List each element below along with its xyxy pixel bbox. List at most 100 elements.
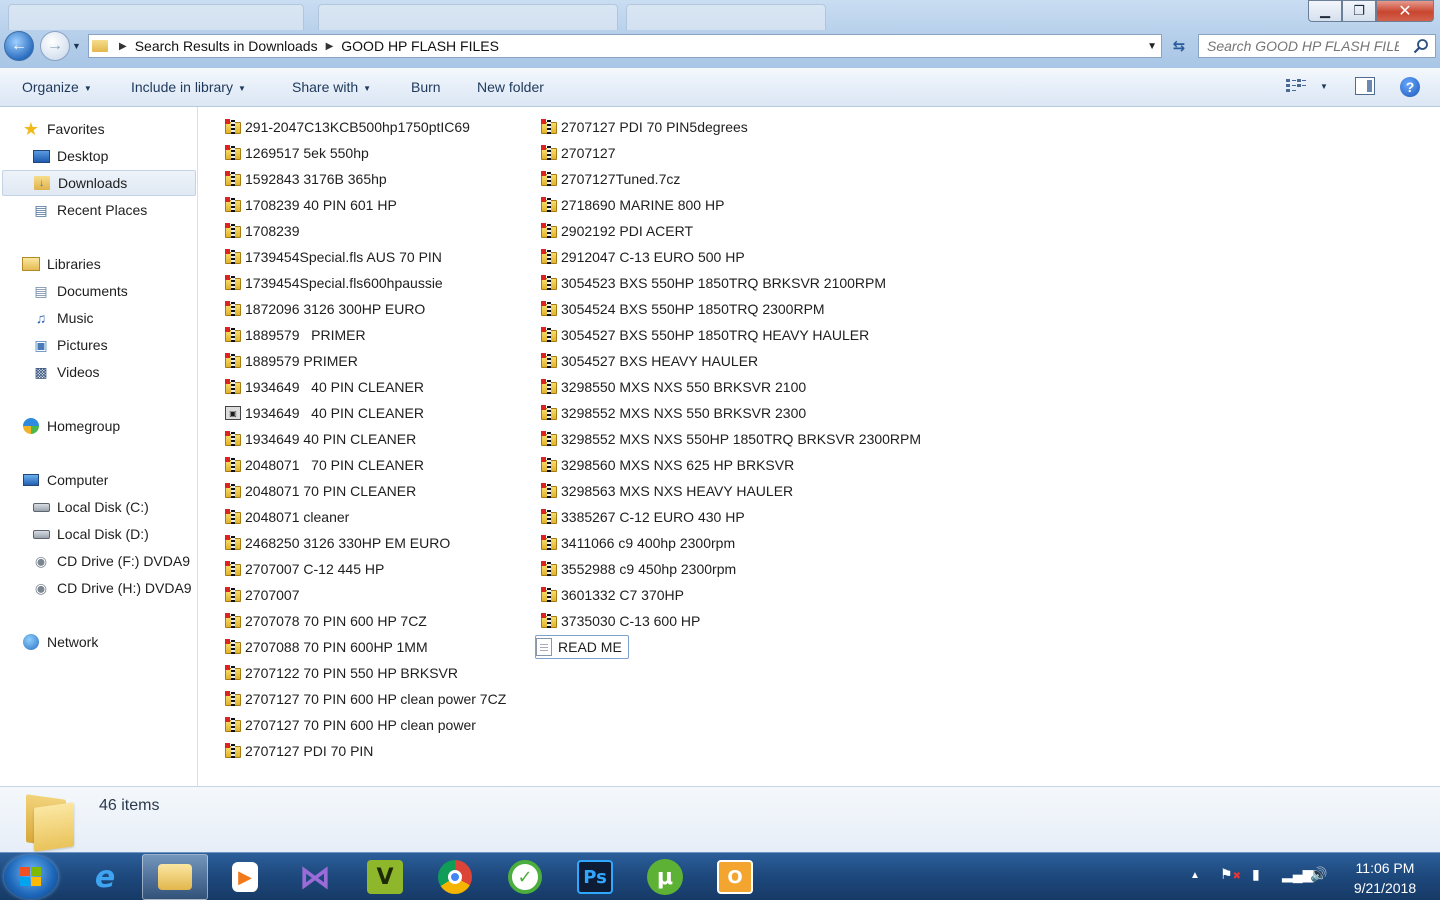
nav-computer[interactable]: Computer: [22, 467, 108, 493]
new-folder-button[interactable]: New folder: [477, 79, 544, 95]
recent-pages-dropdown[interactable]: ▼: [72, 41, 81, 51]
file-item[interactable]: 2707127: [541, 141, 616, 165]
breadcrumb-search-results[interactable]: Search Results in Downloads: [135, 38, 318, 54]
nav-recent-places[interactable]: ▤ Recent Places: [32, 197, 147, 223]
file-item[interactable]: 3054527 BXS 550HP 1850TRQ HEAVY HAULER: [541, 323, 869, 347]
taskbar-file-explorer[interactable]: [142, 854, 208, 900]
file-item[interactable]: 1708239: [225, 219, 300, 243]
action-center-flag-icon[interactable]: ⚑✖: [1220, 866, 1241, 883]
network-signal-icon[interactable]: ▂▄▆: [1282, 866, 1313, 883]
address-bar[interactable]: ▶ Search Results in Downloads ▶ GOOD HP …: [88, 34, 1162, 58]
file-item[interactable]: ▣ 1934649 40 PIN CLEANER: [225, 401, 424, 425]
file-item[interactable]: 2718690 MARINE 800 HP: [541, 193, 724, 217]
volume-icon[interactable]: 🔊: [1310, 866, 1327, 883]
taskbar-outlook[interactable]: O: [702, 854, 768, 900]
file-item[interactable]: 3054524 BXS 550HP 1850TRQ 2300RPM: [541, 297, 825, 321]
file-item[interactable]: 2707127 PDI 70 PIN: [225, 739, 373, 763]
file-item[interactable]: 2902192 PDI ACERT: [541, 219, 693, 243]
forward-button[interactable]: →: [40, 31, 70, 61]
include-in-library-button[interactable]: Include in library ▼: [131, 79, 246, 95]
search-icon[interactable]: [1413, 38, 1429, 54]
start-button[interactable]: [4, 855, 58, 899]
burn-button[interactable]: Burn: [411, 79, 441, 95]
nav-network[interactable]: Network: [22, 629, 98, 655]
file-item[interactable]: 3385267 C-12 EURO 430 HP: [541, 505, 745, 529]
breadcrumb-separator-icon[interactable]: ▶: [119, 41, 127, 52]
nav-local-disk-d[interactable]: Local Disk (D:): [32, 521, 149, 547]
nav-music[interactable]: ♫ Music: [32, 305, 94, 331]
file-item[interactable]: 1934649 40 PIN CLEANER: [225, 375, 424, 399]
battery-icon[interactable]: ▮: [1252, 866, 1260, 883]
file-item[interactable]: 2707007 C-12 445 HP: [225, 557, 384, 581]
nav-downloads[interactable]: ↓ Downloads: [2, 170, 196, 196]
file-item[interactable]: 2912047 C-13 EURO 500 HP: [541, 245, 745, 269]
taskbar-photoshop[interactable]: Ps: [562, 854, 628, 900]
file-item[interactable]: 3298560 MXS NXS 625 HP BRKSVR: [541, 453, 794, 477]
file-item[interactable]: 3054527 BXS HEAVY HAULER: [541, 349, 758, 373]
file-item[interactable]: 1889579 PRIMER: [225, 349, 358, 373]
file-item[interactable]: 2707127 PDI 70 PIN5degrees: [541, 115, 748, 139]
taskbar-visual-studio[interactable]: ⋈: [282, 854, 348, 900]
close-button[interactable]: ✕: [1376, 0, 1434, 22]
taskbar-utorrent[interactable]: μ: [632, 854, 698, 900]
nav-videos[interactable]: ▩ Videos: [32, 359, 99, 385]
file-item[interactable]: 3298550 MXS NXS 550 BRKSVR 2100: [541, 375, 806, 399]
file-item[interactable]: 3298552 MXS NXS 550HP 1850TRQ BRKSVR 230…: [541, 427, 921, 451]
file-item[interactable]: 3054523 BXS 550HP 1850TRQ BRKSVR 2100RPM: [541, 271, 886, 295]
search-box[interactable]: [1198, 34, 1436, 58]
file-item[interactable]: 1934649 40 PIN CLEANER: [225, 427, 416, 451]
nav-desktop[interactable]: Desktop: [32, 143, 108, 169]
file-item[interactable]: 2707127 70 PIN 600 HP clean power 7CZ: [225, 687, 506, 711]
file-item[interactable]: 2048071 cleaner: [225, 505, 349, 529]
address-dropdown-icon[interactable]: ▼: [1147, 41, 1157, 52]
file-item[interactable]: 3735030 C-13 600 HP: [541, 609, 700, 633]
file-item[interactable]: READ ME: [535, 635, 629, 659]
file-item[interactable]: 1739454Special.fls AUS 70 PIN: [225, 245, 442, 269]
file-item[interactable]: 3552988 c9 450hp 2300rpm: [541, 557, 736, 581]
nav-homegroup[interactable]: Homegroup: [22, 413, 120, 439]
nav-cd-drive-f[interactable]: ◉ CD Drive (F:) DVDA9: [32, 548, 196, 574]
nav-pictures[interactable]: ▣ Pictures: [32, 332, 107, 358]
file-item[interactable]: 2048071 70 PIN CLEANER: [225, 453, 424, 477]
breadcrumb-current-folder[interactable]: GOOD HP FLASH FILES: [341, 38, 499, 54]
file-item[interactable]: 3601332 C7 370HP: [541, 583, 684, 607]
file-item[interactable]: 2468250 3126 330HP EM EURO: [225, 531, 450, 555]
file-item[interactable]: 2048071 70 PIN CLEANER: [225, 479, 416, 503]
file-item[interactable]: 2707088 70 PIN 600HP 1MM: [225, 635, 428, 659]
file-item[interactable]: 3298563 MXS NXS HEAVY HAULER: [541, 479, 793, 503]
minimize-button[interactable]: ▁: [1308, 0, 1342, 22]
file-item[interactable]: 2707078 70 PIN 600 HP 7CZ: [225, 609, 427, 633]
file-item[interactable]: 2707122 70 PIN 550 HP BRKSVR: [225, 661, 458, 685]
show-hidden-icons-icon[interactable]: ▲: [1190, 870, 1200, 881]
nav-local-disk-c[interactable]: Local Disk (C:): [32, 494, 149, 520]
system-clock[interactable]: 11:06 PM 9/21/2018: [1340, 858, 1430, 898]
preview-pane-icon[interactable]: [1355, 77, 1375, 95]
taskbar-vim[interactable]: V: [352, 854, 418, 900]
file-item[interactable]: 1889579 PRIMER: [225, 323, 366, 347]
file-item[interactable]: 1708239 40 PIN 601 HP: [225, 193, 397, 217]
nav-favorites[interactable]: ★ Favorites: [22, 116, 105, 142]
share-with-button[interactable]: Share with ▼: [292, 79, 371, 95]
nav-libraries[interactable]: Libraries: [22, 251, 101, 277]
file-item[interactable]: 291-2047C13KCB500hp1750ptIC69: [225, 115, 470, 139]
file-item[interactable]: 2707127Tuned.7cz: [541, 167, 680, 191]
file-item[interactable]: 1872096 3126 300HP EURO: [225, 297, 425, 321]
taskbar-chrome[interactable]: [422, 854, 488, 900]
change-view-icon[interactable]: [1286, 78, 1306, 94]
taskbar-media-player[interactable]: ▶: [212, 854, 278, 900]
taskbar-green-app[interactable]: ✓: [492, 854, 558, 900]
file-item[interactable]: 1269517 5ek 550hp: [225, 141, 369, 165]
maximize-button[interactable]: ❐: [1342, 0, 1376, 22]
file-item[interactable]: 3298552 MXS NXS 550 BRKSVR 2300: [541, 401, 806, 425]
help-icon[interactable]: ?: [1400, 77, 1420, 97]
file-item[interactable]: 2707127 70 PIN 600 HP clean power: [225, 713, 476, 737]
organize-button[interactable]: Organize ▼: [22, 79, 92, 95]
back-button[interactable]: ←: [4, 31, 34, 61]
file-item[interactable]: 3411066 c9 400hp 2300rpm: [541, 531, 735, 555]
search-input[interactable]: [1199, 35, 1399, 57]
breadcrumb-separator-icon[interactable]: ▶: [326, 41, 334, 52]
nav-documents[interactable]: ▤ Documents: [32, 278, 127, 304]
refresh-button[interactable]: ⇆: [1166, 34, 1192, 58]
file-item[interactable]: 2707007: [225, 583, 300, 607]
file-item[interactable]: 1739454Special.fls600hpaussie: [225, 271, 443, 295]
